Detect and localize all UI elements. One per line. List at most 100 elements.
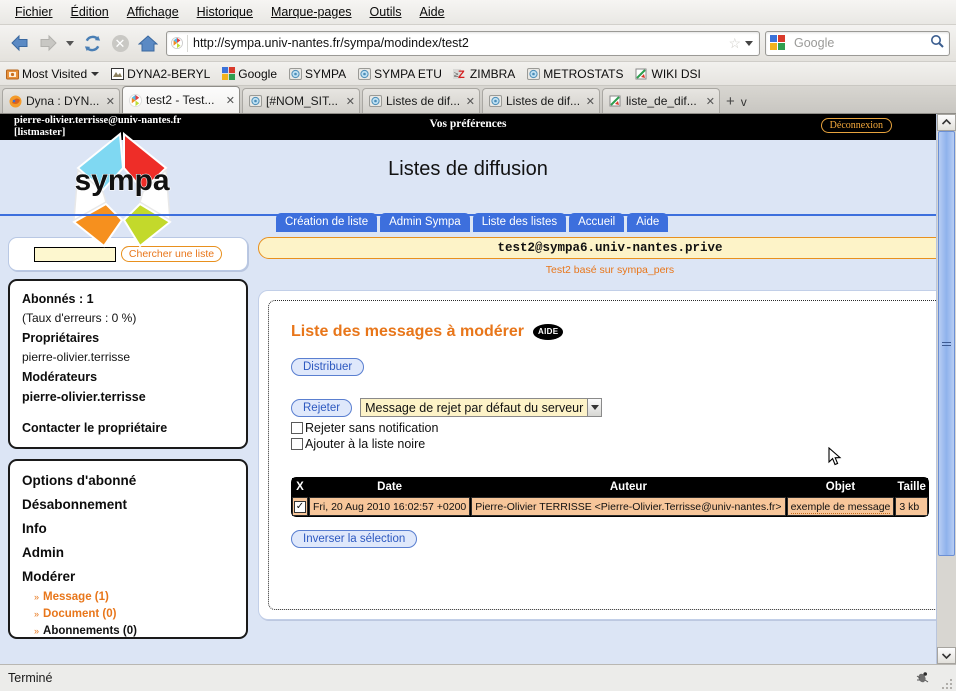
bookmark-most-visited[interactable]: Most Visited bbox=[5, 67, 99, 81]
menu-outils[interactable]: Outils bbox=[361, 3, 411, 21]
firebug-icon[interactable] bbox=[915, 670, 930, 688]
nav-tab-accueil[interactable]: Accueil bbox=[569, 213, 624, 232]
menu-item-options-abonne[interactable]: Options d'abonné bbox=[22, 469, 234, 493]
reject-button[interactable]: Rejeter bbox=[291, 399, 352, 417]
history-dropdown-button[interactable] bbox=[62, 29, 78, 57]
scrollbar-track[interactable] bbox=[937, 131, 956, 647]
reject-quiet-row[interactable]: Rejeter sans notification bbox=[291, 421, 929, 435]
bookmark-metrostats[interactable]: METROSTATS bbox=[526, 67, 623, 81]
bookmark-zimbra[interactable]: ≥Z ZIMBRA bbox=[453, 67, 515, 81]
search-bar[interactable]: Google bbox=[765, 31, 950, 56]
scroll-down-button[interactable] bbox=[937, 647, 956, 664]
column-header-size[interactable]: Taille bbox=[895, 478, 928, 496]
submenu-item-document[interactable]: »Document (0) bbox=[22, 606, 234, 623]
search-magnifier-icon[interactable] bbox=[930, 34, 945, 52]
close-icon[interactable]: ✕ bbox=[466, 95, 475, 108]
sympa-logo-text: sympa bbox=[74, 164, 169, 197]
close-icon[interactable]: ✕ bbox=[226, 94, 235, 107]
menu-item-moderer[interactable]: Modérer bbox=[22, 565, 234, 589]
scrollbar-thumb[interactable] bbox=[938, 131, 955, 556]
row-select-cell[interactable]: ✓ bbox=[292, 497, 308, 516]
resize-grip-icon[interactable] bbox=[941, 677, 953, 689]
menu-aide[interactable]: Aide bbox=[411, 3, 454, 21]
moderation-panel-inner: Liste des messages à modérer AIDE Distri… bbox=[268, 300, 936, 610]
tab-test2-label: test2 - Test... bbox=[146, 93, 222, 107]
menu-item-admin[interactable]: Admin bbox=[22, 541, 234, 565]
help-badge[interactable]: AIDE bbox=[533, 324, 563, 340]
nav-tab-liste-des-listes[interactable]: Liste des listes bbox=[473, 213, 566, 232]
tab-liste-de-dif[interactable]: liste_de_dif... ✕ bbox=[602, 88, 720, 113]
chevron-down-icon[interactable] bbox=[587, 399, 601, 416]
contact-owner-link[interactable]: Contacter le propriétaire bbox=[22, 421, 234, 435]
row-subject-link[interactable]: exemple de message bbox=[791, 501, 891, 514]
menu-affichage-label: Affichage bbox=[127, 5, 179, 19]
close-icon[interactable]: ✕ bbox=[706, 95, 715, 108]
nav-tab-admin-sympa[interactable]: Admin Sympa bbox=[380, 213, 470, 232]
bookmark-google[interactable]: Google bbox=[221, 67, 277, 81]
sidebar: Chercher une liste Abonnés : 1 (Taux d'e… bbox=[0, 235, 248, 639]
nav-tab-creation-de-liste[interactable]: Création de liste bbox=[276, 213, 377, 232]
invert-selection-button[interactable]: Inverser la sélection bbox=[291, 530, 417, 548]
wiki-icon bbox=[635, 67, 649, 81]
forward-button[interactable] bbox=[34, 29, 62, 57]
tab-test2[interactable]: test2 - Test... ✕ bbox=[122, 86, 240, 113]
menu-historique[interactable]: Historique bbox=[188, 3, 262, 21]
column-header-date[interactable]: Date bbox=[309, 478, 470, 496]
url-dropdown-icon[interactable] bbox=[745, 41, 753, 46]
row-checkbox[interactable]: ✓ bbox=[294, 501, 306, 513]
menu-affichage[interactable]: Affichage bbox=[118, 3, 188, 21]
menu-aide-label: Aide bbox=[420, 5, 445, 19]
menu-item-info[interactable]: Info bbox=[22, 517, 234, 541]
home-button[interactable] bbox=[134, 29, 162, 57]
bookmark-dyna2-beryl[interactable]: DYNA2-BERYL bbox=[110, 67, 210, 81]
list-menu-panel: Options d'abonné Désabonnement Info Admi… bbox=[8, 459, 248, 639]
bookmark-sympa[interactable]: SYMPA bbox=[288, 67, 346, 81]
submenu-item-document-label: Document (0) bbox=[43, 608, 116, 620]
back-button[interactable] bbox=[6, 29, 34, 57]
tab-list-button[interactable]: v bbox=[741, 95, 747, 109]
close-icon[interactable]: ✕ bbox=[106, 95, 115, 108]
google-icon bbox=[221, 67, 235, 81]
bookmark-sympa-etu[interactable]: SYMPA ETU bbox=[357, 67, 442, 81]
tab-nom-site-label: [#NOM_SIT... bbox=[266, 94, 342, 108]
menu-item-desabonnement[interactable]: Désabonnement bbox=[22, 493, 234, 517]
column-header-select[interactable]: X bbox=[292, 478, 308, 496]
tab-dyna[interactable]: Dyna : DYN... ✕ bbox=[2, 88, 120, 113]
menu-marque-pages[interactable]: Marque-pages bbox=[262, 3, 361, 21]
moderation-title-text: Liste des messages à modérer bbox=[291, 323, 524, 341]
tab-listes-1[interactable]: Listes de dif... ✕ bbox=[362, 88, 480, 113]
new-tab-button[interactable]: + bbox=[726, 93, 735, 110]
url-bar[interactable]: http://sympa.univ-nantes.fr/sympa/modind… bbox=[166, 31, 760, 56]
distribute-button[interactable]: Distribuer bbox=[291, 358, 364, 376]
close-icon[interactable]: ✕ bbox=[346, 95, 355, 108]
reject-quiet-checkbox[interactable] bbox=[291, 422, 303, 434]
menu-fichier[interactable]: Fichier bbox=[6, 3, 62, 21]
logout-button[interactable]: Déconnexion bbox=[821, 118, 892, 133]
menu-historique-label: Historique bbox=[197, 5, 253, 19]
menu-edition[interactable]: Édition bbox=[62, 3, 118, 21]
scroll-up-button[interactable] bbox=[937, 114, 956, 131]
submenu-item-message[interactable]: »Message (1) bbox=[22, 589, 234, 606]
submenu-item-abonnements[interactable]: »Abonnements (0) bbox=[22, 623, 234, 639]
globe-icon bbox=[357, 67, 371, 81]
invert-selection-row: Inverser la sélection bbox=[291, 529, 929, 547]
column-header-author[interactable]: Auteur bbox=[471, 478, 785, 496]
tab-listes-2[interactable]: Listes de dif... ✕ bbox=[482, 88, 600, 113]
wiki-icon bbox=[608, 94, 622, 108]
stop-button[interactable]: ✕ bbox=[106, 29, 134, 57]
bookmark-star-icon[interactable]: ☆ bbox=[728, 35, 741, 52]
nav-tab-aide[interactable]: Aide bbox=[627, 213, 668, 232]
column-header-subject[interactable]: Objet bbox=[787, 478, 895, 496]
close-icon[interactable]: ✕ bbox=[586, 95, 595, 108]
blacklist-checkbox[interactable] bbox=[291, 438, 303, 450]
bookmark-sympa-label: SYMPA bbox=[305, 67, 346, 81]
reload-button[interactable] bbox=[78, 29, 106, 57]
vertical-scrollbar[interactable] bbox=[936, 114, 956, 664]
bookmark-wiki-dsi[interactable]: WIKI DSI bbox=[635, 67, 701, 81]
reject-reason-select[interactable]: Message de rejet par défaut du serveur bbox=[360, 398, 602, 417]
search-input[interactable]: Google bbox=[794, 36, 930, 50]
blacklist-row[interactable]: Ajouter à la liste noire bbox=[291, 437, 929, 451]
row-subject[interactable]: exemple de message bbox=[787, 497, 895, 516]
back-arrow-icon bbox=[10, 34, 30, 52]
tab-nom-site[interactable]: [#NOM_SIT... ✕ bbox=[242, 88, 360, 113]
